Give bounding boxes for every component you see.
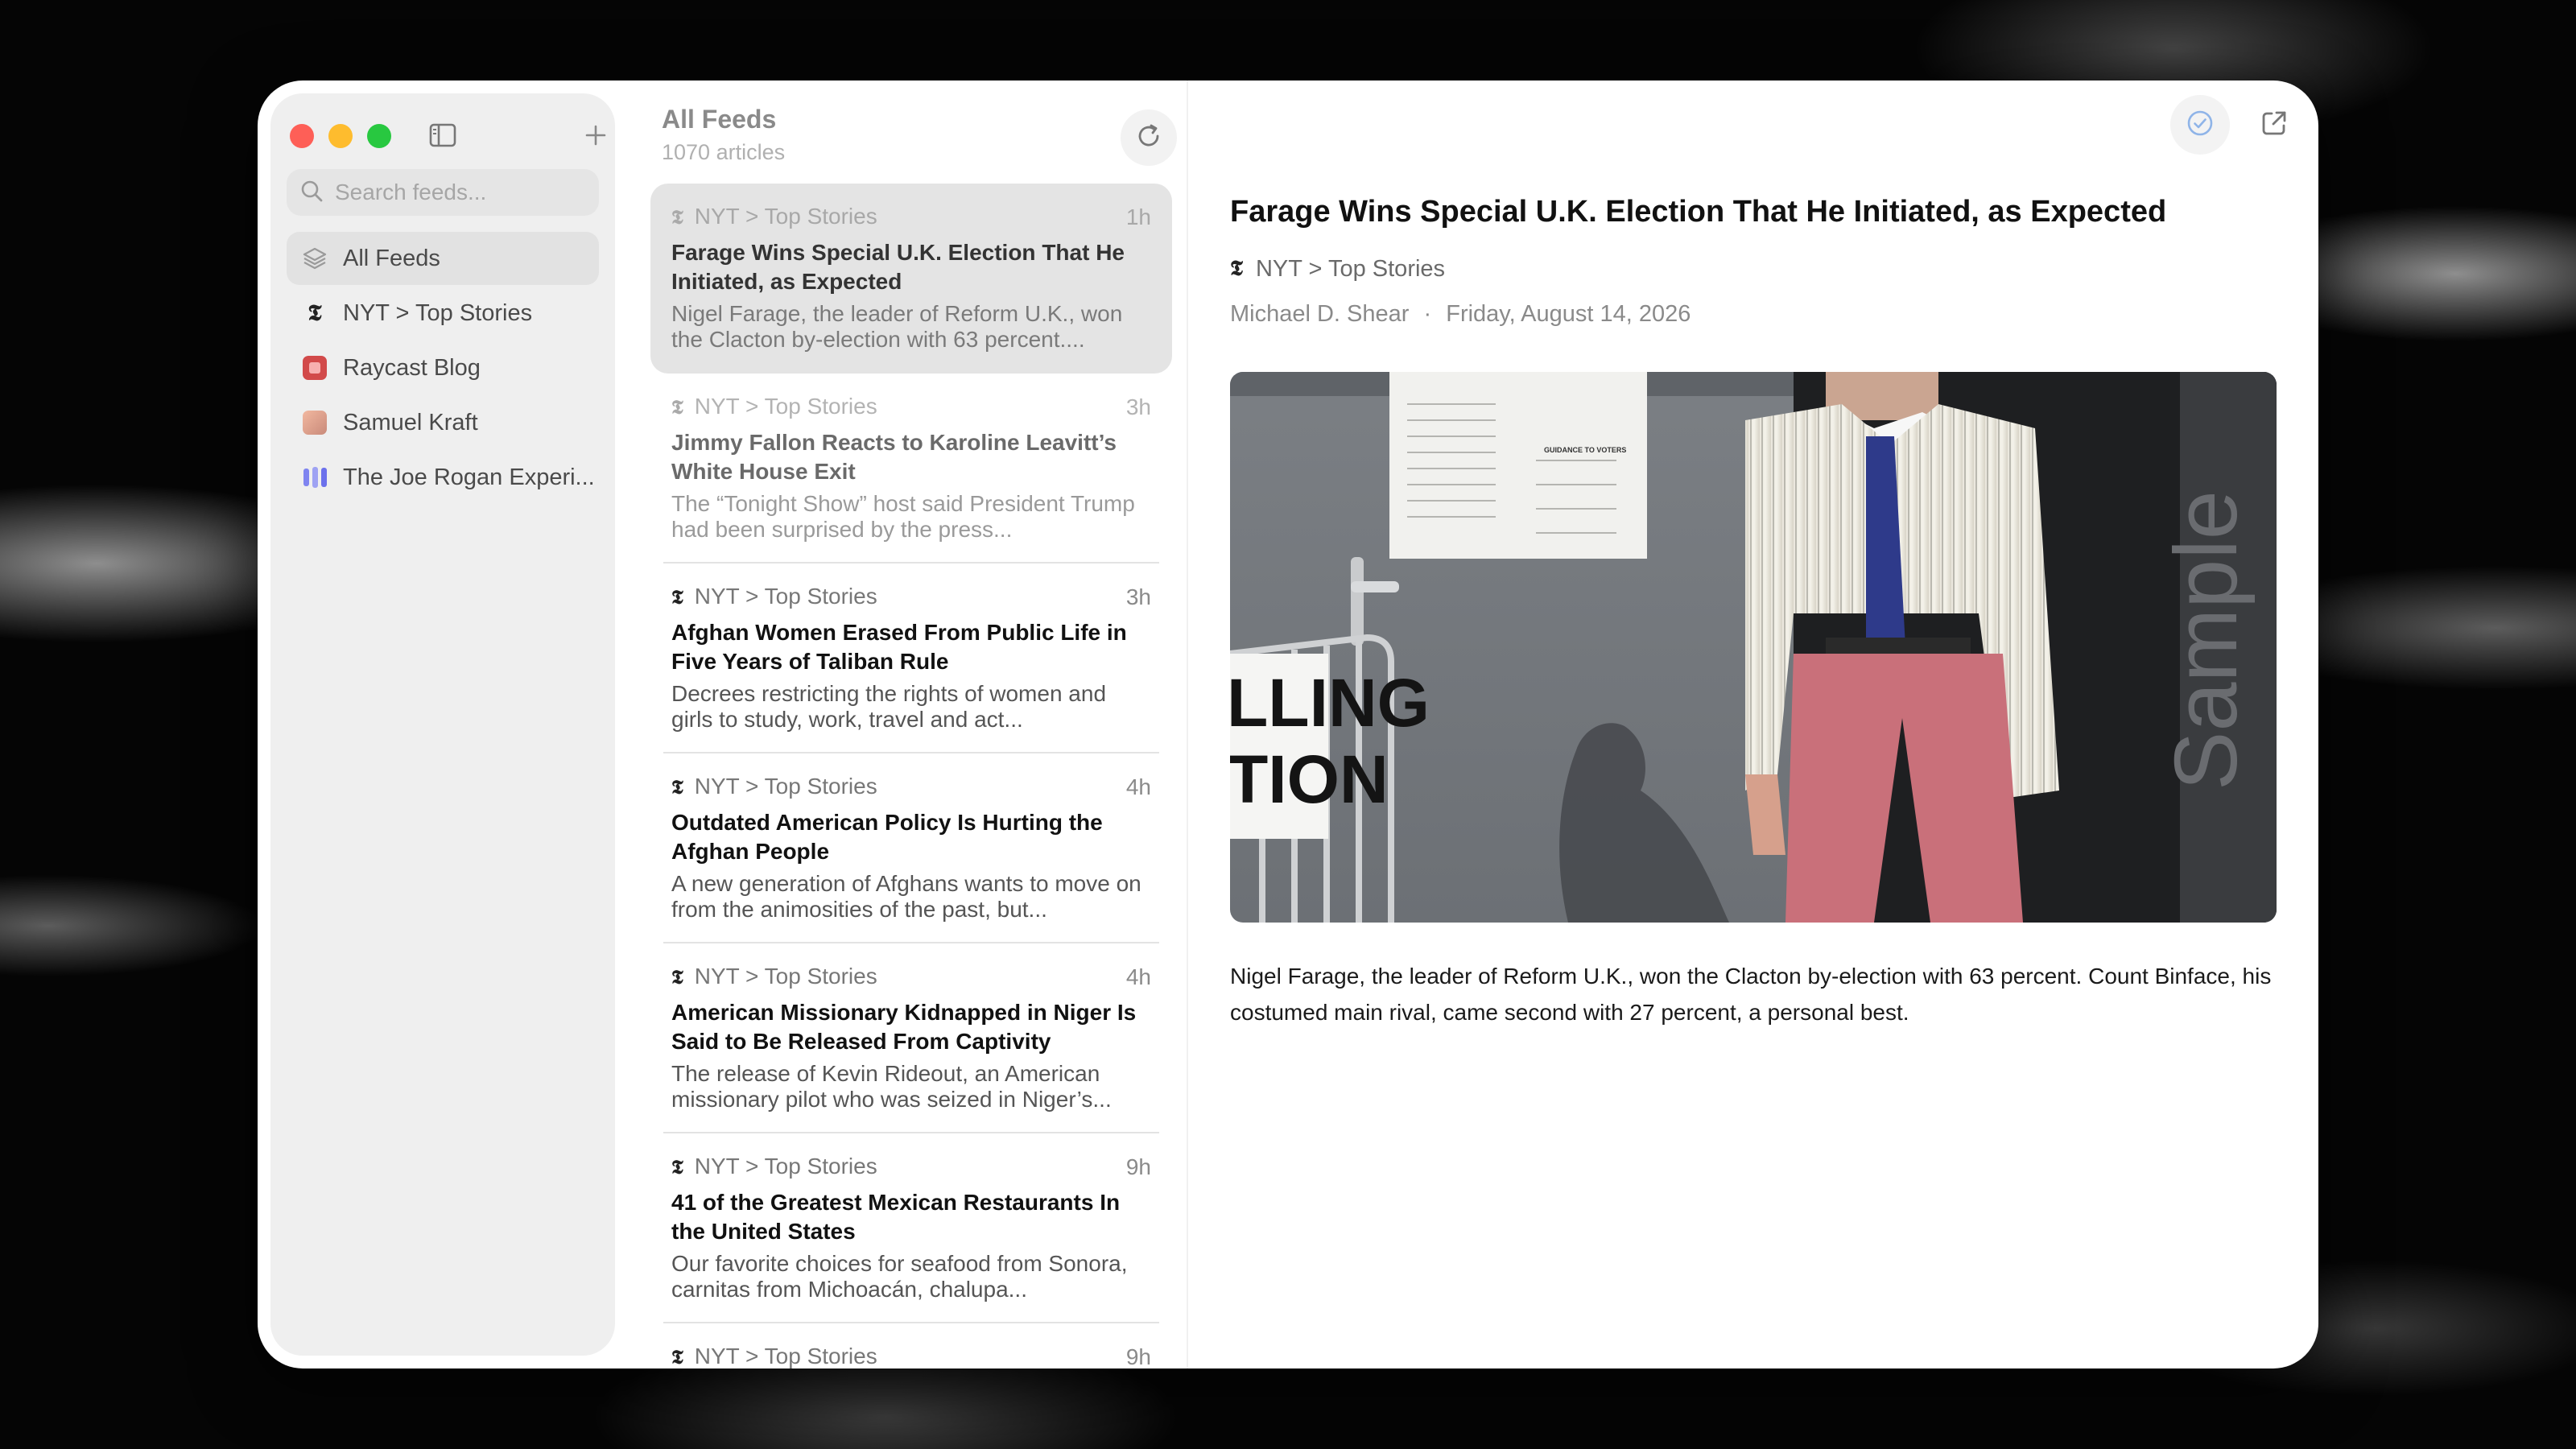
refresh-button[interactable]: [1121, 109, 1177, 166]
nyt-logo-icon: 𝕿: [671, 1344, 683, 1368]
minimize-window-button[interactable]: [328, 124, 353, 148]
article-source-line: 𝕿 NYT > Top Stories: [1230, 256, 1445, 283]
article-source: NYT > Top Stories: [694, 394, 877, 419]
article-title: Outdated American Policy Is Hurting the …: [671, 810, 1103, 864]
article-source: NYT > Top Stories: [694, 204, 877, 229]
article-source: NYT > Top Stories: [694, 774, 877, 799]
article-source: NYT > Top Stories: [1255, 256, 1446, 282]
article-source: NYT > Top Stories: [694, 584, 877, 609]
external-link-icon: [2259, 108, 2289, 142]
sidebar-item-joe-rogan[interactable]: The Joe Rogan Experi...: [287, 451, 599, 504]
article-summary: The “Tonight Show” host said President T…: [671, 491, 1135, 542]
article-count: 1070 articles: [662, 140, 786, 164]
article-time: 4h: [1125, 774, 1151, 799]
article-author: Michael D. Shear: [1230, 301, 1410, 327]
sidebar-item-label: Samuel Kraft: [343, 409, 478, 436]
window-controls: [290, 124, 391, 148]
article-title: 41 of the Greatest Mexican Restaurants I…: [671, 1190, 1121, 1244]
nyt-logo-icon: 𝕿: [671, 394, 683, 419]
article-title: American Missionary Kidnapped in Niger I…: [671, 1000, 1137, 1054]
layers-icon: [301, 245, 328, 272]
article-body: Nigel Farage, the leader of Reform U.K.,…: [1230, 964, 2272, 1025]
sidebar-item-samuel-kraft[interactable]: Samuel Kraft: [287, 396, 599, 449]
list-title: All Feeds: [662, 105, 777, 134]
search-box: [287, 169, 599, 216]
article-summary: A new generation of Afghans wants to mov…: [671, 871, 1141, 922]
check-circle-icon: [2184, 107, 2216, 143]
article-time: 9h: [1125, 1344, 1151, 1368]
article-source: NYT > Top Stories: [694, 1154, 877, 1179]
close-window-button[interactable]: [290, 124, 314, 148]
list-item[interactable]: 𝕿 NYT > Top Stories 4h Outdated American …: [650, 753, 1172, 943]
sign-text-line-2: TION: [1230, 741, 1389, 817]
article-title: Farage Wins Special U.K. Election That H…: [671, 240, 1125, 294]
article-summary: Our favorite choices for seafood from So…: [671, 1251, 1128, 1302]
article-byline: Michael D. Shear · Friday, August 14, 20…: [1230, 301, 1690, 328]
article-title: Jimmy Fallon Reacts to Karoline Leavitt’…: [671, 430, 1117, 484]
sidebar-item-label: NYT > Top Stories: [343, 299, 533, 326]
list-item[interactable]: 𝕿 NYT > Top Stories 3h Afghan Women Erase…: [650, 564, 1172, 753]
article-time: 3h: [1125, 584, 1151, 609]
search-input[interactable]: [335, 180, 576, 205]
podcast-bars-icon: [301, 464, 328, 491]
article-time: 3h: [1125, 394, 1151, 419]
sidebar-toggle-icon[interactable]: [428, 122, 457, 148]
nyt-logo-icon: 𝕿: [1230, 257, 1243, 281]
nyt-logo-icon: 𝕿: [671, 584, 683, 609]
nyt-logo-icon: 𝕿: [308, 299, 322, 326]
article-time: 1h: [1125, 204, 1151, 229]
raycast-logo-icon: [301, 354, 328, 382]
watermark-text: Sample: [2157, 490, 2256, 791]
list-item[interactable]: 𝕿 NYT > Top Stories 1h Farage Wins Specia…: [650, 184, 1172, 374]
poster-heading: GUIDANCE TO VOTERS: [1544, 446, 1626, 454]
sidebar-item-label: Raycast Blog: [343, 354, 481, 381]
article-list: 𝕿 NYT > Top Stories 1h Farage Wins Specia…: [650, 184, 1172, 1368]
article-summary: Decrees restricting the rights of women …: [671, 681, 1107, 732]
sign-text-line-1: LLING: [1230, 665, 1430, 741]
article-title: Afghan Women Erased From Public Life in …: [671, 620, 1127, 674]
add-feed-icon[interactable]: [583, 122, 609, 148]
article-summary: The release of Kevin Rideout, an America…: [671, 1061, 1112, 1112]
byline-separator: ·: [1423, 301, 1432, 327]
nyt-logo-icon: 𝕿: [671, 774, 683, 799]
search-icon: [299, 179, 324, 207]
sidebar-item-raycast-blog[interactable]: Raycast Blog: [287, 341, 599, 394]
feed-list: All Feeds 𝕿 NYT > Top Stories Raycast Bl…: [287, 232, 599, 506]
article-time: 4h: [1125, 964, 1151, 989]
article-source: NYT > Top Stories: [694, 964, 877, 989]
avatar-icon: [301, 409, 328, 436]
sidebar-item-all-feeds[interactable]: All Feeds: [287, 232, 599, 285]
sidebar-item-label: The Joe Rogan Experi...: [343, 464, 595, 490]
nyt-logo-icon: 𝕿: [671, 964, 683, 989]
article-summary: Nigel Farage, the leader of Reform U.K.,…: [671, 301, 1123, 352]
mark-read-button[interactable]: [2170, 95, 2230, 155]
article-headline: Farage Wins Special U.K. Election That H…: [1230, 195, 2167, 229]
article-source: NYT > Top Stories: [694, 1344, 877, 1368]
sidebar: All Feeds 𝕿 NYT > Top Stories Raycast Bl…: [270, 93, 615, 1356]
list-item[interactable]: 𝕿 NYT > Top Stories 3h Jimmy Fallon React…: [650, 374, 1172, 564]
open-in-browser-button[interactable]: [2244, 95, 2304, 155]
list-item[interactable]: 𝕿 NYT > Top Stories 9h: [650, 1323, 1172, 1368]
refresh-icon: [1134, 122, 1163, 155]
article-time: 9h: [1125, 1154, 1151, 1179]
list-item[interactable]: 𝕿 NYT > Top Stories 4h American Missionar…: [650, 943, 1172, 1133]
article-hero-image: Sample GUIDANCE TO VOTERS LLING TION: [1230, 372, 2277, 923]
nyt-logo-icon: 𝕿: [671, 204, 683, 229]
reader-pane: Farage Wins Special U.K. Election That H…: [1188, 80, 2318, 1368]
article-list-header: All Feeds 1070 articles: [662, 93, 1177, 174]
nyt-logo-icon: 𝕿: [671, 1154, 683, 1179]
sidebar-item-label: All Feeds: [343, 245, 440, 271]
list-item[interactable]: 𝕿 NYT > Top Stories 9h 41 of the Greatest…: [650, 1133, 1172, 1323]
app-window: All Feeds 𝕿 NYT > Top Stories Raycast Bl…: [258, 80, 2318, 1368]
article-date: Friday, August 14, 2026: [1446, 301, 1691, 327]
zoom-window-button[interactable]: [367, 124, 391, 148]
sidebar-item-nyt[interactable]: 𝕿 NYT > Top Stories: [287, 287, 599, 340]
